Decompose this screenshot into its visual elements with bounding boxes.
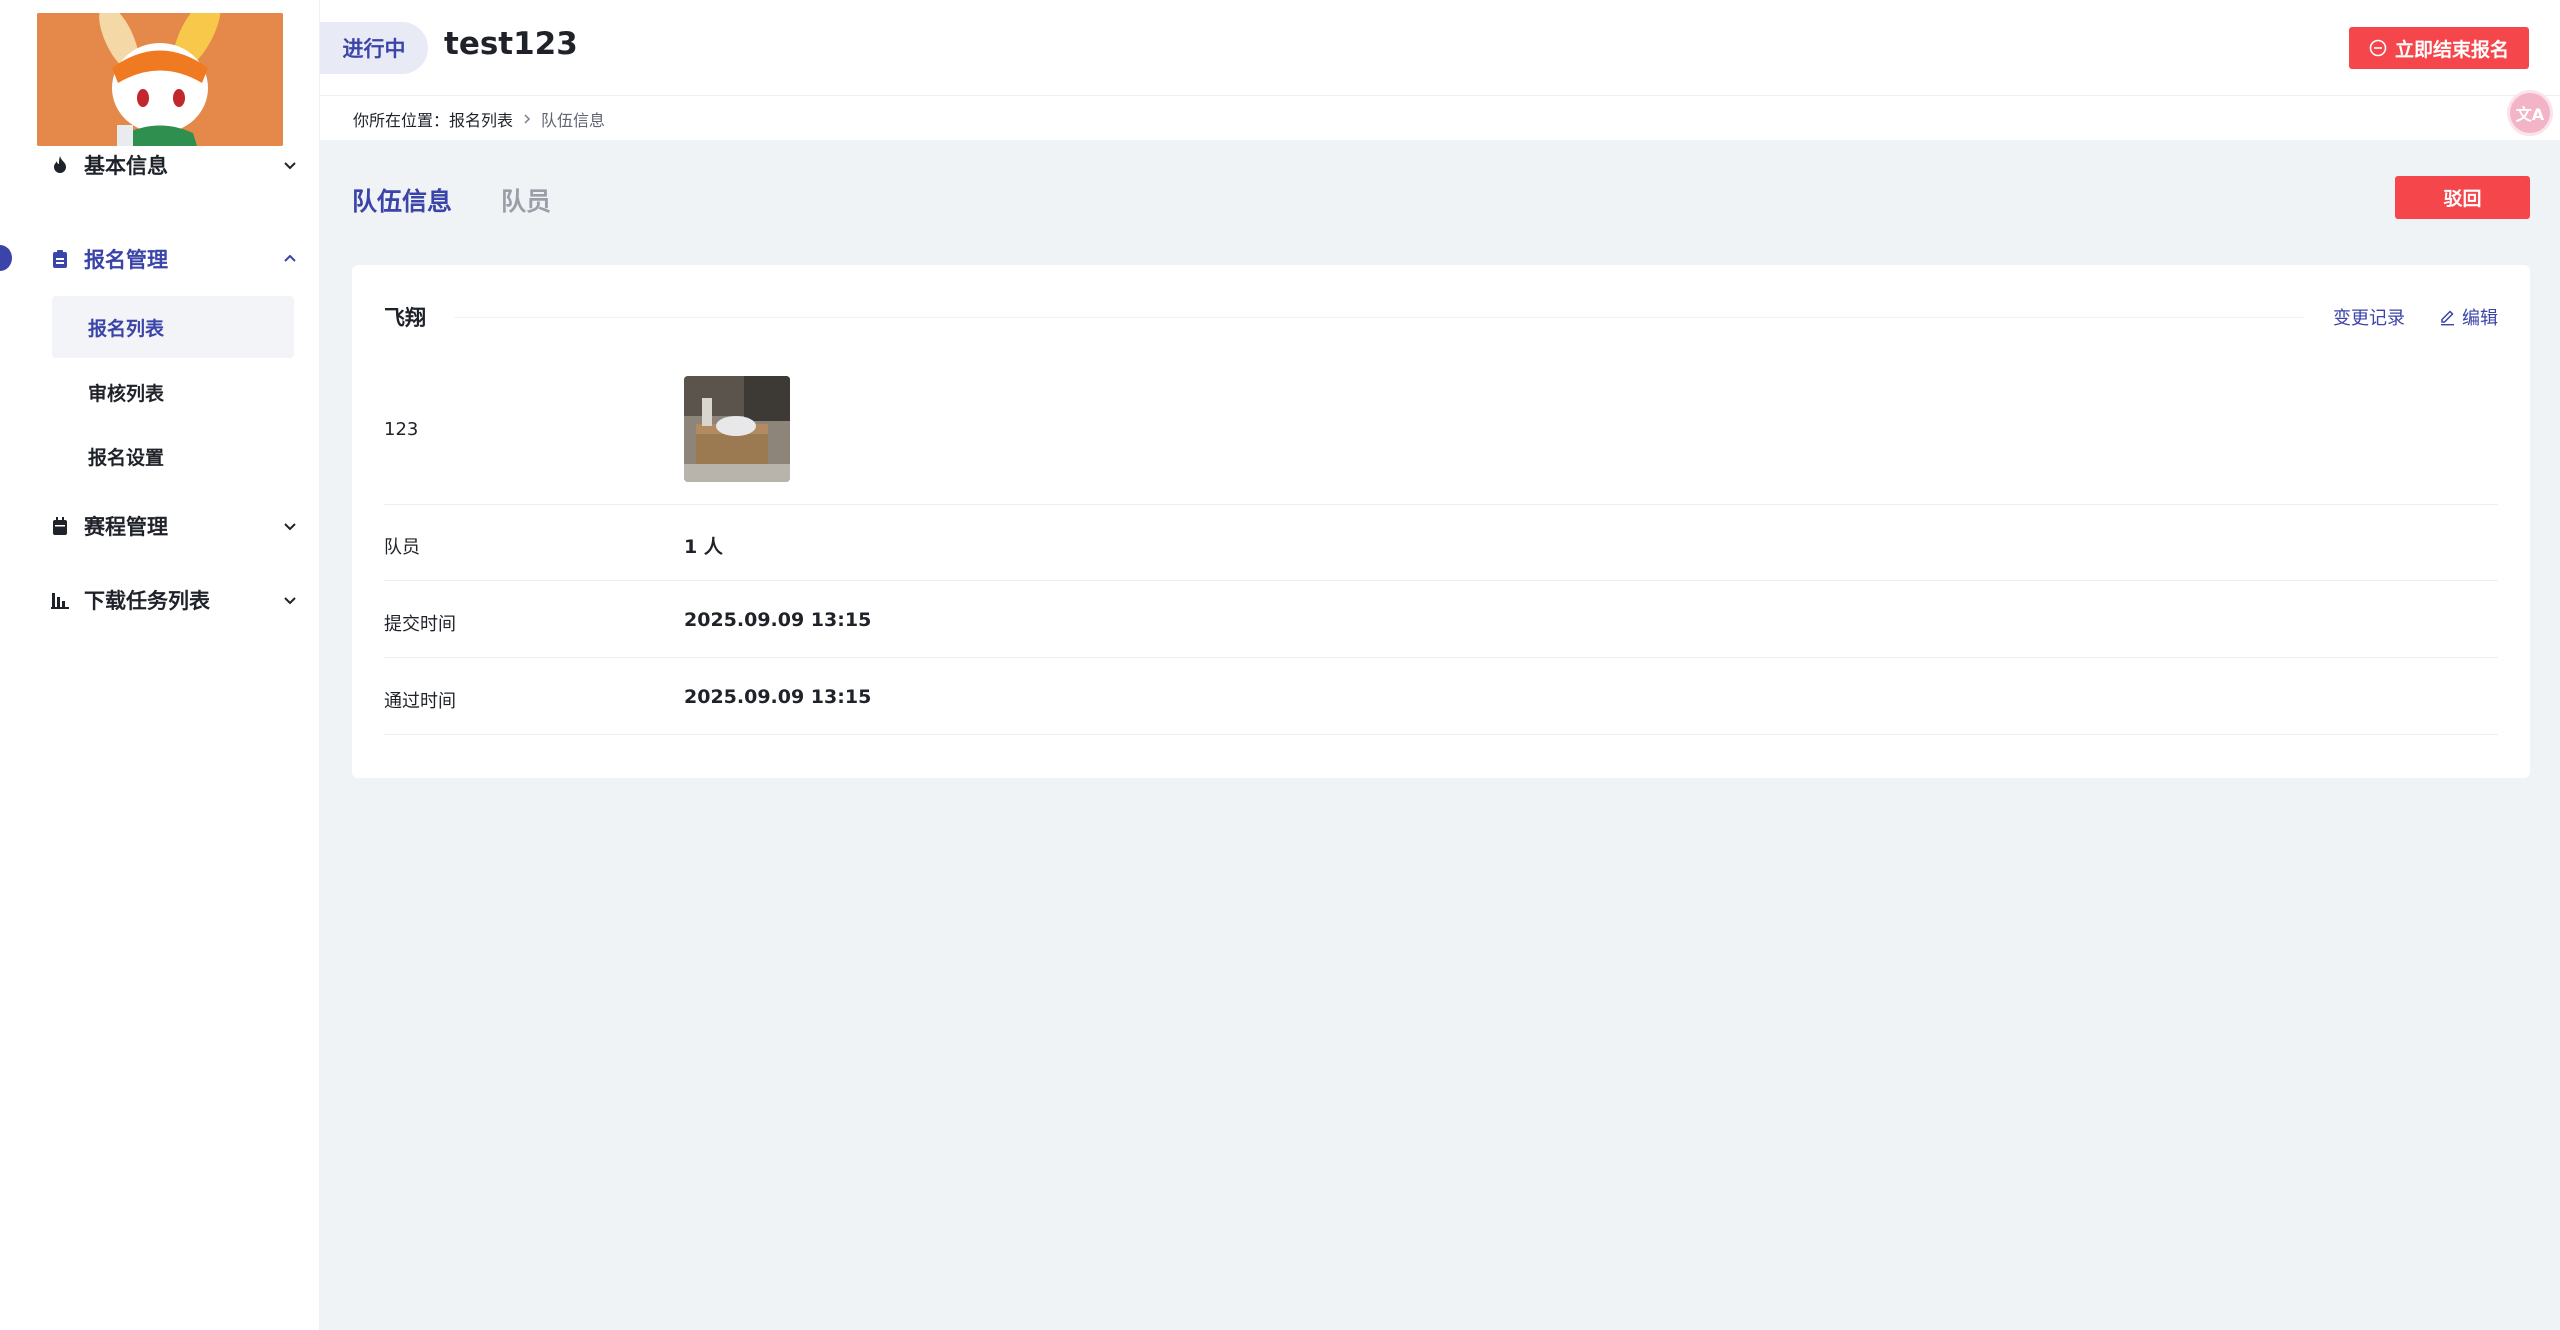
sidebar-item-label: 报名设置: [88, 446, 165, 469]
breadcrumb: 你所在位置： 报名列表 队伍信息: [320, 97, 2560, 140]
sidebar-group-label: 下载任务列表: [84, 589, 210, 613]
row-label: 提交时间: [384, 614, 456, 635]
top-bar: 进行中 test123 立即结束报名: [320, 0, 2560, 96]
logo-image: [37, 13, 283, 146]
translate-label: 文A: [2515, 105, 2545, 124]
team-info-card: 飞翔 变更记录 编辑 123 队员 1 人 提交时间 2025.09.09 13…: [352, 265, 2530, 778]
row-value: 1 人: [684, 536, 723, 558]
info-row-approve-time: 通过时间 2025.09.09 13:15: [384, 658, 2498, 735]
tab-team-info[interactable]: 队伍信息: [352, 182, 452, 218]
chevron-down-icon: [284, 162, 296, 170]
clipboard-icon: [50, 249, 70, 269]
info-row-image: 123: [384, 355, 2498, 505]
sidebar-group-label: 报名管理: [84, 248, 168, 272]
active-section-indicator: [0, 245, 12, 271]
sidebar-group-download-tasks[interactable]: 下载任务列表: [50, 576, 300, 624]
breadcrumb-link-registration-list[interactable]: 报名列表: [449, 107, 513, 131]
sidebar-group-label: 基本信息: [84, 154, 168, 178]
translate-icon[interactable]: 文A: [2510, 93, 2550, 133]
edit-icon: [2441, 309, 2454, 325]
calendar-icon: [50, 516, 70, 536]
rabbit-avatar-illustration: [37, 13, 283, 146]
end-registration-button[interactable]: 立即结束报名: [2349, 27, 2529, 69]
chevron-right-icon: [521, 113, 533, 125]
chevron-down-icon: [284, 597, 296, 605]
chevron-up-icon: [284, 254, 296, 262]
sidebar-item-review-list[interactable]: 审核列表: [52, 361, 294, 423]
info-row-members: 队员 1 人: [384, 505, 2498, 581]
sidebar-group-registration[interactable]: 报名管理: [50, 235, 300, 283]
chevron-down-icon: [284, 523, 296, 531]
sidebar: 基本信息 报名管理 报名列表 审核列表 报名设置 赛程管理 下载任务列表: [0, 0, 320, 1330]
end-registration-label: 立即结束报名: [2394, 38, 2509, 61]
edit-button[interactable]: 编辑: [2439, 304, 2498, 330]
team-name: 飞翔: [384, 306, 426, 330]
card-header: 飞翔 变更记录 编辑: [384, 299, 2498, 335]
minus-circle-icon: [2369, 39, 2387, 57]
info-row-submit-time: 提交时间 2025.09.09 13:15: [384, 581, 2498, 658]
breadcrumb-prefix: 你所在位置：: [353, 110, 450, 130]
row-label: 123: [384, 419, 419, 440]
reject-button[interactable]: 驳回: [2395, 176, 2530, 219]
row-label: 通过时间: [384, 691, 456, 712]
uploaded-photo-thumbnail[interactable]: [684, 376, 790, 482]
sidebar-item-registration-list[interactable]: 报名列表: [52, 296, 294, 358]
main-content: 队伍信息 队员 驳回 飞翔 变更记录 编辑 123 队员 1 人 提交时间 20…: [320, 140, 2560, 1330]
row-value: 2025.09.09 13:15: [684, 686, 872, 708]
change-history-link[interactable]: 变更记录: [2333, 304, 2405, 330]
change-history-label: 变更记录: [2333, 308, 2405, 329]
sidebar-group-basic-info[interactable]: 基本信息: [50, 141, 300, 189]
sidebar-item-label: 报名列表: [88, 317, 165, 340]
sidebar-group-label: 赛程管理: [84, 515, 168, 539]
fire-icon: [50, 155, 70, 175]
tab-members[interactable]: 队员: [501, 182, 551, 218]
photo-image: [684, 376, 790, 482]
row-label: 队员: [384, 537, 420, 558]
divider: [454, 316, 2305, 318]
sidebar-item-label: 审核列表: [88, 382, 165, 405]
status-badge: 进行中: [320, 22, 428, 74]
bar-chart-icon: [50, 590, 70, 610]
page-title: test123: [444, 26, 578, 62]
edit-label: 编辑: [2462, 308, 2498, 329]
sidebar-item-registration-settings[interactable]: 报名设置: [52, 425, 294, 487]
row-value: 2025.09.09 13:15: [684, 609, 872, 631]
sidebar-group-schedule[interactable]: 赛程管理: [50, 502, 300, 550]
breadcrumb-current: 队伍信息: [541, 110, 606, 130]
